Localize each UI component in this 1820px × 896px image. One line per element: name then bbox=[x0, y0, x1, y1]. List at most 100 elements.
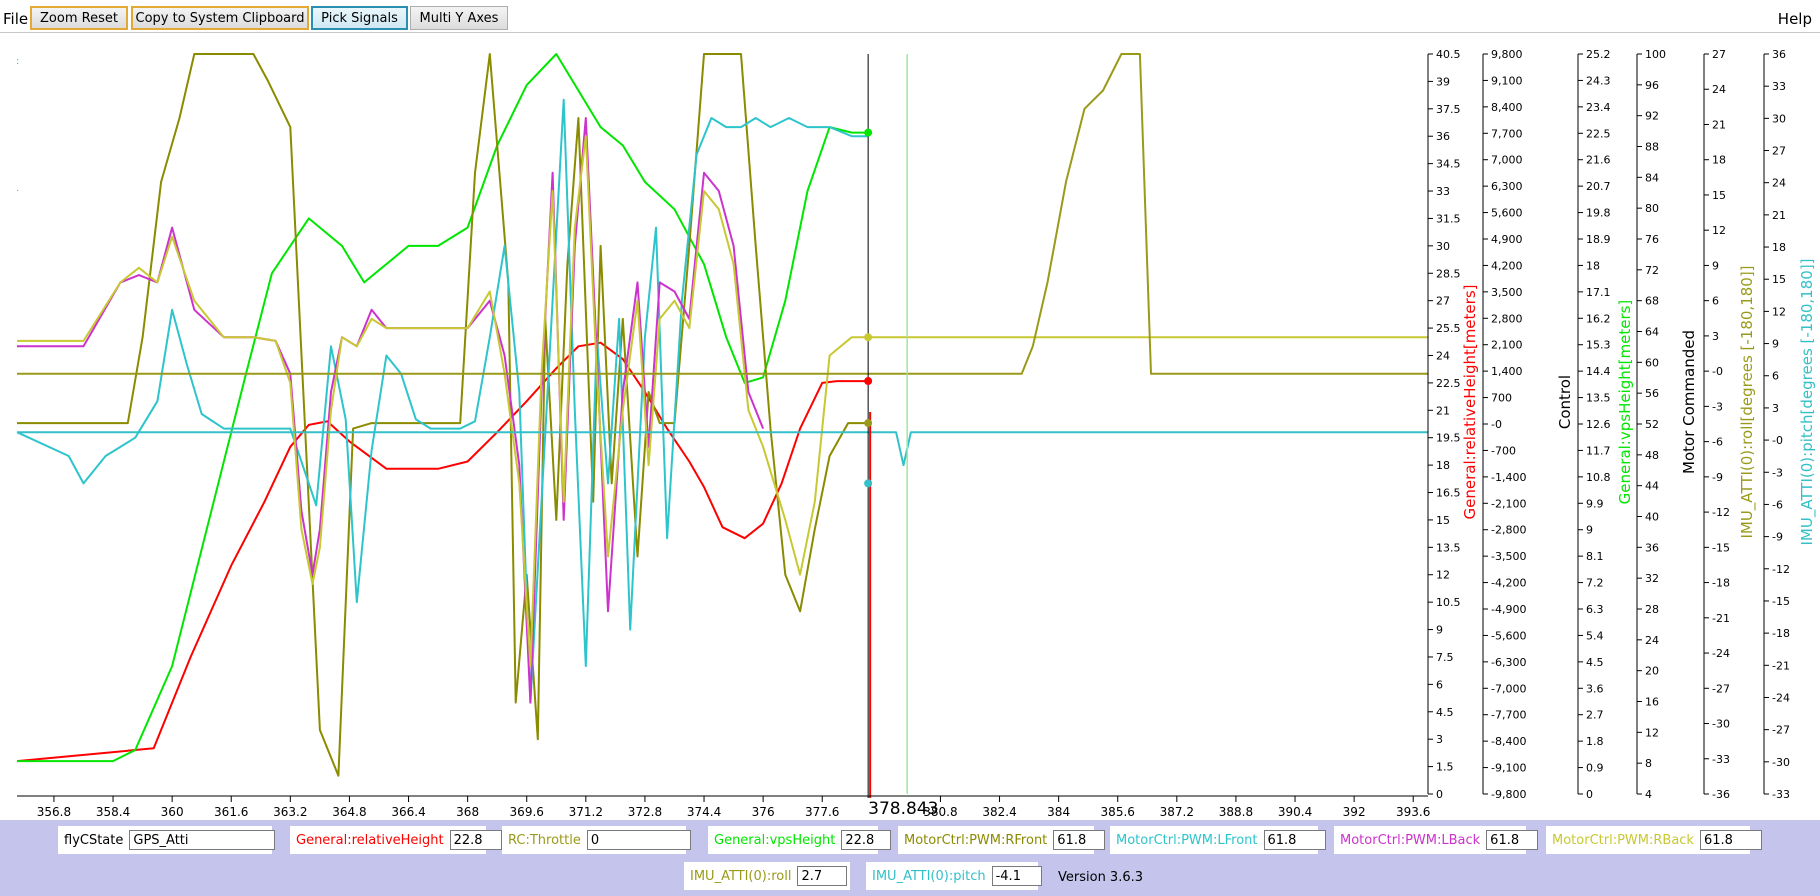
y-tick-label: 9,800 bbox=[1491, 48, 1523, 61]
y-tick-label: 4.5 bbox=[1436, 706, 1454, 719]
y-tick-label: -21 bbox=[1772, 659, 1790, 672]
y-tick-label: 28.5 bbox=[1436, 267, 1461, 280]
y-tick-label: 0 bbox=[1586, 788, 1593, 801]
y-tick-label: 21 bbox=[1712, 118, 1726, 131]
signal-label: MotorCtrl:PWM:RFront bbox=[904, 832, 1048, 848]
y-tick-label: 92 bbox=[1645, 110, 1659, 123]
y-tick-label: 15 bbox=[1712, 189, 1726, 202]
signal-value-field[interactable] bbox=[586, 830, 691, 850]
signal-value-field[interactable] bbox=[841, 830, 892, 850]
y-tick-label: -2,800 bbox=[1491, 524, 1526, 537]
y-tick-label: 21.6 bbox=[1586, 154, 1611, 167]
y-tick-label: 1,400 bbox=[1491, 365, 1523, 378]
y-tick-label: 36 bbox=[1772, 48, 1786, 61]
y-tick-label: 9 bbox=[1772, 338, 1779, 351]
series-line-4 bbox=[17, 117, 765, 704]
y-tick-label: 15 bbox=[1436, 514, 1450, 527]
y-tick-label: 2,100 bbox=[1491, 339, 1523, 352]
y-tick-label: 15 bbox=[1772, 273, 1786, 286]
y-tick-label: 96 bbox=[1645, 79, 1659, 92]
y-tick-label: 3 bbox=[1772, 402, 1779, 415]
signal-value-field[interactable] bbox=[797, 866, 848, 886]
y-tick-label: -9,800 bbox=[1491, 788, 1526, 801]
y-tick-label: -5,600 bbox=[1491, 629, 1526, 642]
y-tick-label: 24 bbox=[1436, 349, 1450, 362]
y-tick-label: 4,200 bbox=[1491, 259, 1523, 272]
y-tick-label: -27 bbox=[1712, 682, 1730, 695]
x-tick-label: 368 bbox=[456, 805, 479, 819]
copy-clipboard-button[interactable]: Copy to System Clipboard bbox=[131, 6, 309, 30]
y-tick-label: 30 bbox=[1436, 240, 1450, 253]
series-layer bbox=[16, 53, 1428, 777]
signal-readout: General:relativeHeight bbox=[290, 826, 502, 854]
y-tick-label: 80 bbox=[1645, 202, 1659, 215]
y-tick-label: 2,800 bbox=[1491, 312, 1523, 325]
x-tick-label: 384 bbox=[1047, 805, 1070, 819]
signal-value-field[interactable] bbox=[991, 866, 1042, 886]
signal-value-field[interactable] bbox=[1263, 830, 1326, 850]
multi-y-axes-button[interactable]: Multi Y Axes bbox=[410, 6, 508, 30]
toolbar: File Zoom Reset Copy to System Clipboard… bbox=[0, 0, 1820, 33]
y-tick-label: -36 bbox=[1712, 788, 1730, 801]
series-line-7 bbox=[17, 431, 1428, 467]
signal-value-field[interactable] bbox=[129, 830, 276, 850]
y-tick-label: 18 bbox=[1772, 241, 1786, 254]
y-tick-label: 14.4 bbox=[1586, 365, 1611, 378]
signal-value-field[interactable] bbox=[1699, 830, 1762, 850]
y-axis-label-vpsHeight: General:vpsHeight[meters] bbox=[1616, 300, 1634, 505]
signal-label: IMU_ATTI(0):roll bbox=[690, 868, 792, 884]
x-tick-label: 390.4 bbox=[1278, 805, 1312, 819]
help-menu[interactable]: Help bbox=[1778, 10, 1812, 28]
y-tick-label: 19.8 bbox=[1586, 207, 1611, 220]
cursor-marker bbox=[864, 377, 873, 386]
signal-label: flyCState bbox=[64, 832, 124, 848]
y-tick-label: 84 bbox=[1645, 171, 1659, 184]
y-tick-label: -7,000 bbox=[1491, 682, 1526, 695]
y-tick-label: -9 bbox=[1712, 471, 1723, 484]
signal-readout: IMU_ATTI(0):pitch bbox=[866, 862, 1042, 890]
signal-value-field[interactable] bbox=[449, 830, 502, 850]
marker-dot: . bbox=[16, 183, 19, 194]
y-tick-label: -6 bbox=[1772, 498, 1783, 511]
file-menu[interactable]: File bbox=[3, 10, 28, 28]
y-tick-label: 16 bbox=[1645, 696, 1659, 709]
x-tick-label: 371.2 bbox=[569, 805, 603, 819]
x-tick-label: 356.8 bbox=[37, 805, 71, 819]
x-tick-label: 377.6 bbox=[805, 805, 839, 819]
y-tick-label: 12 bbox=[1772, 305, 1786, 318]
zoom-reset-button[interactable]: Zoom Reset bbox=[30, 6, 128, 30]
x-tick-label: 360 bbox=[161, 805, 184, 819]
y-tick-label: -6,300 bbox=[1491, 656, 1526, 669]
y-tick-label: 22.5 bbox=[1436, 377, 1461, 390]
series-line-0 bbox=[16, 341, 869, 763]
x-tick-label: 385.6 bbox=[1101, 805, 1135, 819]
y-tick-label: 8.1 bbox=[1586, 550, 1604, 563]
signal-readout: MotorCtrl:PWM:LFront bbox=[1110, 826, 1326, 854]
y-tick-label: 4.5 bbox=[1586, 656, 1604, 669]
x-tick-label: 364.8 bbox=[332, 805, 366, 819]
y-tick-label: 36 bbox=[1645, 541, 1659, 554]
y-tick-label: 18 bbox=[1712, 154, 1726, 167]
y-tick-label: -15 bbox=[1712, 541, 1730, 554]
signal-label: General:relativeHeight bbox=[296, 832, 444, 848]
y-axis-label-control: Control bbox=[1556, 375, 1574, 429]
signal-readout: MotorCtrl:PWM:LBack bbox=[1334, 826, 1539, 854]
y-tick-label: 4 bbox=[1645, 788, 1652, 801]
pick-signals-button[interactable]: Pick Signals bbox=[311, 6, 408, 30]
y-tick-label: 13.5 bbox=[1436, 541, 1461, 554]
y-tick-label: -30 bbox=[1772, 756, 1790, 769]
y-tick-label: 48 bbox=[1645, 449, 1659, 462]
x-tick-label: 358.4 bbox=[96, 805, 130, 819]
multi-axis-line-chart[interactable]: 378.843 356.8 358.4 360 361.6 363.2 364.8 366.… bbox=[0, 32, 1820, 820]
signal-readout: RC:Throttle bbox=[502, 826, 691, 854]
signal-value-field[interactable] bbox=[1486, 830, 1539, 850]
signal-value-field[interactable] bbox=[1053, 830, 1106, 850]
y-tick-label: -24 bbox=[1712, 647, 1730, 660]
x-tick-label: 369.6 bbox=[510, 805, 544, 819]
x-tick-label: 374.4 bbox=[687, 805, 721, 819]
y-axis-label-motor: Motor Commanded bbox=[1680, 330, 1698, 474]
y-tick-label: 3,500 bbox=[1491, 286, 1523, 299]
cursor-layer[interactable]: 378.843 bbox=[864, 54, 938, 819]
series-line-2 bbox=[17, 53, 869, 777]
series-line-1 bbox=[17, 53, 869, 763]
